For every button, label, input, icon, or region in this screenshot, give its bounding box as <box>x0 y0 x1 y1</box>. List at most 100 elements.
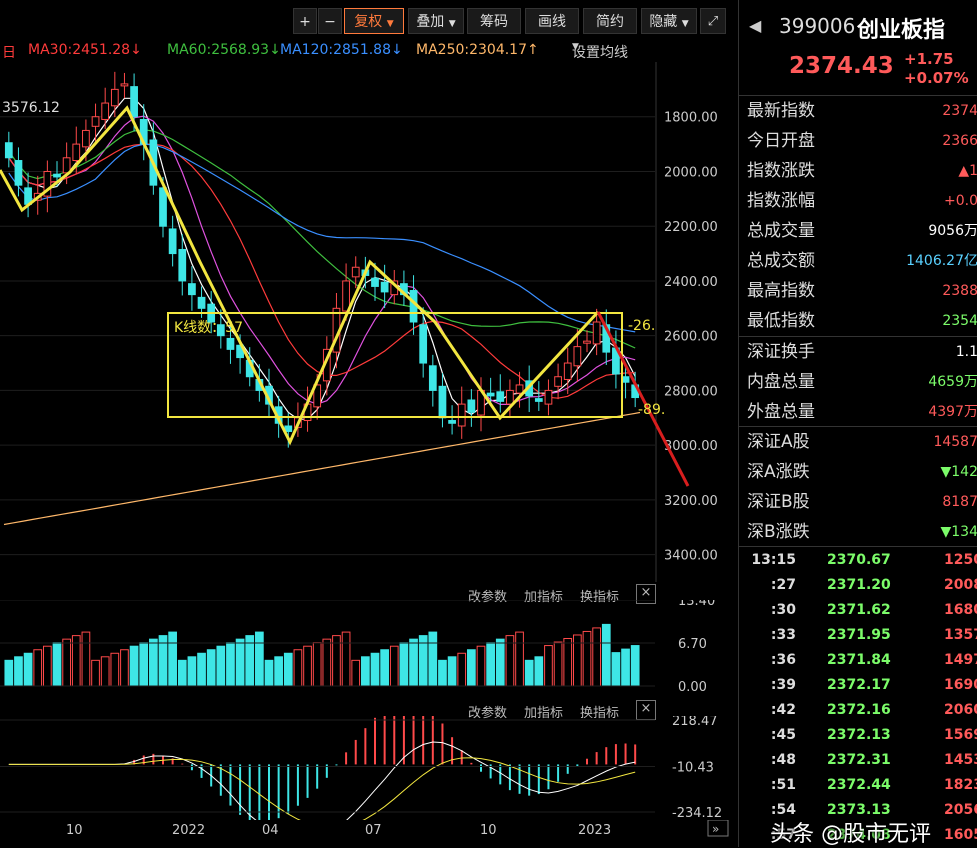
quote-row: 深证换手1.1 <box>747 338 977 366</box>
quote-row: 指数涨幅+0.0 <box>747 187 977 215</box>
volume-bar <box>24 653 32 686</box>
quote-row: 总成交额1406.27亿 <box>747 247 977 275</box>
price-chart[interactable]: 3400.003200.003000.002800.002600.002400.… <box>0 62 730 582</box>
candle-body <box>5 143 12 158</box>
volume-bar <box>294 650 302 686</box>
y-tick-label: 6.70 <box>678 637 707 652</box>
volume-bar <box>439 660 447 686</box>
candle-body <box>420 325 427 363</box>
tick-time: :48 <box>771 748 796 773</box>
divider <box>739 95 977 96</box>
tick-volume: 1250 <box>944 548 977 573</box>
tick-time: :33 <box>771 623 796 648</box>
tick-price: 2372.44 <box>827 773 891 798</box>
chouma-button[interactable]: 筹码 <box>467 8 521 34</box>
yincang-dropdown[interactable]: 隐藏 ▼ <box>641 8 697 34</box>
fuquan-label: 复权 <box>354 14 382 30</box>
double-chevron-right-icon: » <box>712 822 719 836</box>
volume-chart[interactable]: 13.406.700.00 <box>0 600 730 700</box>
y-tick-label: 1800.00 <box>664 111 718 126</box>
volume-bar <box>111 653 119 686</box>
candle-body <box>487 393 494 396</box>
volume-bar <box>34 650 42 686</box>
quote-row-value: ▲1 <box>958 157 977 185</box>
volume-bar <box>188 657 196 686</box>
volume-bar <box>323 639 331 686</box>
candle-body <box>227 338 234 349</box>
quote-row: 指数涨跌 ▲1 <box>747 157 977 185</box>
zoom-in-button[interactable]: + <box>293 8 317 34</box>
quote-row-label: 外盘总量 <box>747 398 815 426</box>
quote-row-label: 内盘总量 <box>747 368 815 396</box>
tick-time: :27 <box>771 573 796 598</box>
ma120-label: MA120:2851.88↓ <box>280 42 403 58</box>
candle-body <box>111 89 118 105</box>
candle-body <box>429 366 436 391</box>
quote-row-label: 指数涨跌 <box>747 157 815 185</box>
tick-time: :36 <box>771 648 796 673</box>
volume-bar <box>227 643 235 686</box>
volume-bar <box>593 628 601 686</box>
tick-volume: 2060 <box>944 698 977 723</box>
tick-volume: 1605 <box>944 823 977 848</box>
volume-bar <box>63 639 71 686</box>
candle-body <box>584 341 591 343</box>
index-name: 创业板指 <box>857 12 945 44</box>
y-tick-label: 3400.00 <box>664 549 718 564</box>
tick-volume: 1453 <box>944 748 977 773</box>
diejia-label: 叠加 <box>416 14 444 30</box>
quote-row: 总成交量9056万 <box>747 217 977 245</box>
volume-bar <box>612 653 620 686</box>
quote-row-label: 深证B股 <box>747 488 810 516</box>
volume-bar <box>496 639 504 686</box>
expand-icon[interactable]: ⤢ <box>700 8 726 34</box>
volume-bar <box>265 660 273 686</box>
volume-bar <box>545 646 553 686</box>
x-axis: 10 2022 04 07 10 2023 » <box>0 820 730 847</box>
tick-time: :42 <box>771 698 796 723</box>
y-tick-label: 3200.00 <box>664 494 718 509</box>
chart-area[interactable]: + − 复权 ▼ 叠加 ▼ 筹码 画线 简约 隐藏 ▼ ⤢ 日 MA30:245… <box>0 0 730 847</box>
volume-bar <box>44 646 52 686</box>
quote-row: 今日开盘2366 <box>747 127 977 155</box>
quote-row: 最新指数2374 <box>747 97 977 125</box>
volume-bar <box>410 639 418 686</box>
tick-price: 2372.13 <box>827 723 891 748</box>
ma250-label: MA250:2304.17↑ <box>416 42 539 58</box>
tick-price: 2371.62 <box>827 598 891 623</box>
high-price-label: 3576.12 <box>2 100 60 116</box>
zoom-out-button[interactable]: − <box>318 8 342 34</box>
macd-dea-line <box>9 758 635 820</box>
diejia-dropdown[interactable]: 叠加 ▼ <box>408 8 464 34</box>
y-tick-label: 2000.00 <box>664 165 718 180</box>
tick-volume: 2056 <box>944 798 977 823</box>
y-tick-label: 2600.00 <box>664 330 718 345</box>
volume-bar <box>236 639 244 686</box>
index-change: +1.75 <box>904 50 954 68</box>
candle-body <box>439 386 446 417</box>
tick-row: :332371.951357 <box>739 623 977 648</box>
quote-row: 深证A股14587 <box>747 428 977 456</box>
quote-row-value: 2374 <box>942 97 977 125</box>
tick-volume: 1690 <box>944 673 977 698</box>
macd-chart[interactable]: 218.47-10.43-234.12 <box>0 716 730 820</box>
volume-bar <box>5 660 13 686</box>
fuquan-dropdown[interactable]: 复权 ▼ <box>344 8 404 34</box>
quote-row: 最低指数2354 <box>747 307 977 335</box>
quote-row: 深证B股8187 <box>747 488 977 516</box>
divider <box>739 426 977 427</box>
ma30-label: MA30:2451.28↓ <box>28 42 142 58</box>
tick-price: 2370.67 <box>827 548 891 573</box>
tick-price: 2372.17 <box>827 673 891 698</box>
divider <box>739 546 977 547</box>
back-arrow-icon[interactable]: ◀ <box>749 16 761 35</box>
volume-bar <box>583 631 591 686</box>
quote-row-value: 14587 <box>933 428 977 456</box>
candle-body <box>622 377 629 382</box>
y-tick-label: -10.43 <box>672 761 714 776</box>
x-tick-label: 04 <box>262 823 279 838</box>
tick-time: :30 <box>771 598 796 623</box>
volume-bar <box>468 650 476 686</box>
jianyue-button[interactable]: 简约 <box>583 8 637 34</box>
huaxian-button[interactable]: 画线 <box>525 8 579 34</box>
